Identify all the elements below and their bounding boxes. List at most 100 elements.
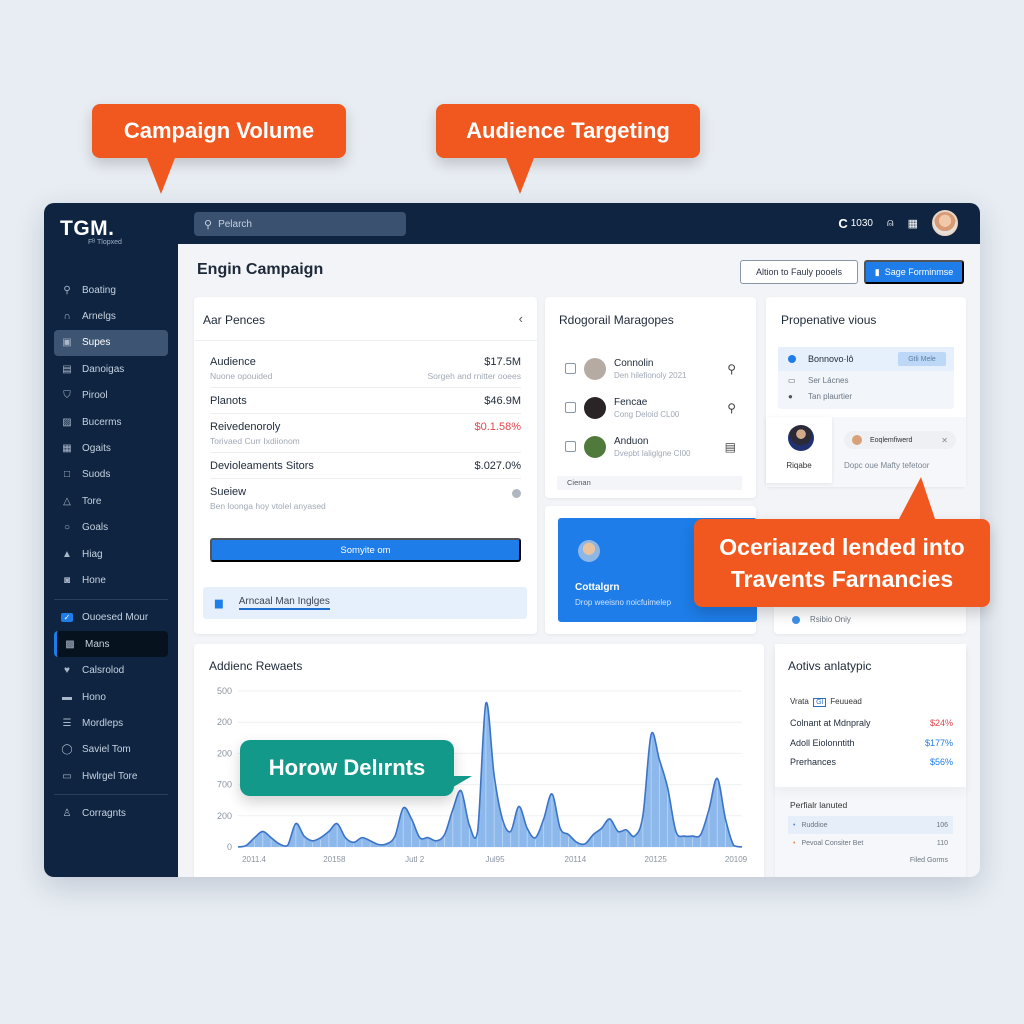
price-row[interactable]: Sueiew Ben loonga hoy vtolel anyased — [210, 479, 521, 517]
sidebar-item-mans[interactable]: ▩ Mans — [54, 631, 168, 658]
callout-chart-note: Horow Delırnts — [240, 740, 472, 796]
shield-icon: ⛉ — [63, 390, 71, 402]
prospective-row[interactable]: ▭ Ser Lácnes — [788, 376, 848, 385]
person-tag[interactable]: Eoqlemfiwerd ✕ — [844, 431, 956, 449]
logo[interactable]: TGM. Fᴮ Tlopxed — [60, 217, 122, 246]
dot-icon: ● — [788, 392, 793, 401]
table-value: 106 — [936, 821, 948, 829]
checkbox[interactable] — [565, 441, 576, 452]
price-value: $0.1.58% — [474, 421, 521, 433]
price-row[interactable]: Planots $46.9M — [210, 388, 521, 414]
price-sub: Torivaed Curr Ixdiionom — [210, 436, 300, 446]
document-icon[interactable]: ▤ — [725, 440, 736, 454]
sidebar-item-boating[interactable]: ⚲ Boating — [54, 277, 168, 303]
sidebar-item-corragnts[interactable]: ♙ Corragnts — [54, 800, 168, 826]
manager-row[interactable]: Connolin Den hilefionoly 2021 ⚲ — [565, 349, 736, 388]
chevron-left-icon[interactable]: ‹ — [519, 311, 523, 326]
analytics-value: $177% — [924, 737, 953, 748]
prospective-card: Propenative vious Bonnovo·lô Gtli Mele ▭… — [766, 297, 966, 487]
inbox-icon: ▣ — [62, 337, 72, 349]
analytics-value: $24% — [929, 718, 953, 728]
sidebar-item-label: Suods — [82, 469, 111, 481]
sidebar-item-ouoesed-mour[interactable]: ✓ Ouoesed Mour — [54, 605, 168, 631]
price-row[interactable]: Audience Nuone opouided $17.5M Sorgeh and r… — [210, 349, 521, 388]
manager-row[interactable]: Anduon Dvepbt Ialiglgne CI00 ▤ — [565, 427, 736, 466]
status-dot-icon — [788, 355, 796, 363]
prospective-row-primary[interactable]: Bonnovo·lô Gtli Mele — [778, 347, 954, 371]
manager-avatar — [584, 435, 606, 458]
sidebar-item-danoigas[interactable]: ▤ Danoigas — [54, 356, 168, 382]
primary-action-button[interactable]: ▮ Sage Forminmse — [864, 260, 964, 284]
sidebar-item-suods[interactable]: □ Suods — [54, 462, 168, 488]
analytics-table-row[interactable]: • Ruddioe 106 — [788, 816, 953, 834]
insight-label: Arncaal Man Inglges — [238, 596, 330, 610]
sidebar-item-pirool[interactable]: ⛉ Pirool — [54, 383, 168, 409]
sidebar-item-hone[interactable]: ◙ Hone — [54, 567, 168, 593]
camera-icon: ◙ — [63, 574, 71, 586]
sidebar-item-goals[interactable]: ○ Goals — [54, 515, 168, 541]
sidebar-item-hono[interactable]: ▬ Hono — [54, 684, 168, 710]
managers-list: Connolin Den hilefionoly 2021 ⚲ Fencae Cong … — [565, 349, 736, 466]
top-bar: ⚲ Pelarch C 1030 ⍝ ▦ — [178, 203, 980, 244]
checkbox[interactable] — [565, 363, 576, 374]
checkbox[interactable] — [565, 402, 576, 413]
heart-icon: ♥ — [64, 665, 70, 677]
price-list: Audience Nuone opouided $17.5M Sorgeh and r… — [210, 349, 521, 517]
secondary-action-button[interactable]: Altion to Fauly pooels — [740, 260, 858, 284]
bell-icon[interactable]: ⍝ — [887, 217, 894, 230]
x-tick-label: Jul95 — [485, 855, 505, 864]
analytics-row: Prerhances $56% — [790, 757, 953, 777]
apps-grid-icon[interactable]: ▦ — [908, 217, 918, 230]
sidebar-divider — [54, 794, 168, 796]
search-input[interactable]: ⚲ Pelarch — [194, 212, 406, 236]
managers-footer[interactable]: Cienan — [557, 476, 742, 490]
price-row[interactable]: Reivedenoroly Torivaed Curr Ixdiionom $0.1… — [210, 414, 521, 453]
clipboard-icon: ▤ — [62, 363, 72, 375]
sidebar-item-calsrolod[interactable]: ♥ Calsrolod — [54, 657, 168, 683]
y-tick-label: 200 — [217, 717, 232, 727]
sidebar-item-ogaits[interactable]: ▦ Ogaits — [54, 435, 168, 461]
search-icon[interactable]: ⚲ — [727, 401, 736, 415]
sidebar-item-arnelgs[interactable]: ∩ Arnelgs — [54, 303, 168, 329]
sidebar-item-label: Arnelgs — [82, 311, 116, 323]
sidebar-item-saviel-tom[interactable]: ◯ Saviel Tom — [54, 737, 168, 763]
analytics-card: Aotivs anlatypic Vrata Gl Feuuead Colnan… — [775, 644, 966, 877]
info-icon[interactable] — [512, 489, 521, 498]
person-card[interactable]: Riqabe — [766, 417, 832, 483]
y-tick-label: 200 — [217, 811, 232, 821]
analytics-row: Adoll Eiolonntith $177% — [790, 738, 953, 758]
prospective-chip[interactable]: Gtli Mele — [898, 352, 946, 366]
analytics-row: Colnant at Mdnpraly $24% — [790, 718, 953, 738]
manager-row[interactable]: Fencae Cong Deloid CL00 ⚲ — [565, 388, 736, 427]
sidebar-item-bucerms[interactable]: ▨ Bucerms — [54, 409, 168, 435]
sidebar-item-label: Mans — [85, 638, 110, 650]
sidebar-item-hwlrgel-tore[interactable]: ▭ Hwlrgel Tore — [54, 763, 168, 789]
table-label: Pevoal Consiter Bet — [801, 839, 864, 847]
x-tick-label: 2011.4 — [242, 855, 266, 864]
prices-title: Aar Pences — [203, 313, 266, 327]
sidebar-item-mordleps[interactable]: ☰ Mordleps — [54, 710, 168, 736]
price-label: Reivedenoroly — [210, 421, 281, 433]
pin-icon: ⚲ — [63, 284, 71, 296]
visibility-option[interactable]: Rsibio Oniy — [792, 615, 851, 624]
sidebar-item-hiag[interactable]: ▲ Hiag — [54, 541, 168, 567]
manager-sub: Den hilefionoly 2021 — [614, 370, 687, 380]
sidebar-item-label: Corragnts — [82, 808, 126, 820]
user-avatar[interactable] — [932, 210, 958, 236]
sidebar-item-supes[interactable]: ▣ Supes — [54, 329, 168, 357]
prospective-row[interactable]: ● Tan plaurtier — [788, 392, 852, 401]
prospective-title: Propenative vious — [781, 313, 877, 327]
analytics-table-row[interactable]: • Pevoal Consiter Bet 110 — [788, 834, 953, 852]
analytics-table-footer[interactable]: Filed Gorms — [788, 852, 953, 870]
search-icon[interactable]: ⚲ — [727, 362, 736, 376]
briefcase-icon: ▆ — [215, 597, 223, 609]
table-label: Ruddioe — [801, 821, 828, 829]
search-icon: ⚲ — [204, 218, 213, 231]
price-row[interactable]: Devioleaments Sitors $.027.0% — [210, 453, 521, 479]
apply-button[interactable]: Somyite om — [210, 538, 521, 562]
credits-indicator[interactable]: C 1030 — [838, 216, 873, 231]
insight-link[interactable]: ▆ Arncaal Man Inglges — [203, 587, 527, 619]
sidebar-item-tore[interactable]: △ Tore — [54, 488, 168, 514]
close-icon[interactable]: ✕ — [941, 436, 948, 445]
person-name: Riqabe — [786, 461, 812, 470]
